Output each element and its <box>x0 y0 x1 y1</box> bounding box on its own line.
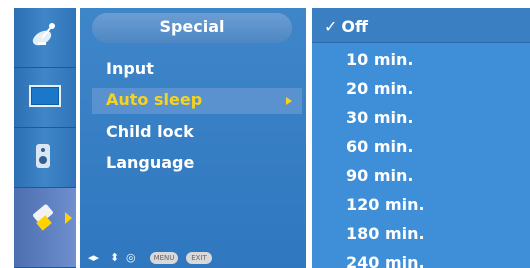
option-120-min[interactable]: 120 min. <box>346 195 425 214</box>
category-screen[interactable] <box>14 68 76 128</box>
checkmark-icon: ✓ <box>324 17 338 36</box>
option-10-min[interactable]: 10 min. <box>346 50 413 69</box>
tools-icon <box>33 204 53 231</box>
menu-item-input[interactable]: Input <box>106 59 154 78</box>
menu-title-bar: Special <box>92 13 292 43</box>
nav-hints: ◂▸ ⬍ ◎ MENU EXIT <box>88 251 298 267</box>
menu-key-hint: MENU <box>150 252 178 264</box>
left-right-arrows-icon: ◂▸ <box>88 251 100 264</box>
submenu-selected-row[interactable]: ✓ Off <box>312 8 530 43</box>
menu-item-language[interactable]: Language <box>106 153 194 172</box>
option-off-label: Off <box>341 17 368 36</box>
option-20-min[interactable]: 20 min. <box>346 79 413 98</box>
option-240-min[interactable]: 240 min. <box>346 253 425 268</box>
category-station[interactable] <box>14 8 76 68</box>
menu-item-child-lock[interactable]: Child lock <box>106 122 194 141</box>
option-90-min[interactable]: 90 min. <box>346 166 413 185</box>
option-60-min[interactable]: 60 min. <box>346 137 413 156</box>
up-down-arrows-icon: ⬍ <box>110 251 120 264</box>
audio-icon <box>36 144 50 168</box>
auto-sleep-submenu: ✓ Off 10 min. 20 min. 30 min. 60 min. 90 … <box>312 8 530 268</box>
option-off: ✓ Off <box>324 17 368 36</box>
menu-item-auto-sleep[interactable]: Auto sleep <box>92 88 302 114</box>
menu-item-label: Auto sleep <box>106 90 203 109</box>
menu-title: Special <box>159 17 225 36</box>
category-audio[interactable] <box>14 128 76 188</box>
active-arrow-icon <box>65 212 72 224</box>
option-180-min[interactable]: 180 min. <box>346 224 425 243</box>
ok-button-icon: ◎ <box>126 251 136 264</box>
menu-panel: Special Input Auto sleep Child lock Lang… <box>80 8 306 268</box>
submenu-arrow-icon <box>286 97 292 105</box>
screen-icon <box>29 85 61 107</box>
category-special[interactable] <box>14 188 76 268</box>
osd-screen: Special Input Auto sleep Child lock Lang… <box>0 0 530 268</box>
satellite-dish-icon <box>32 23 55 46</box>
exit-key-hint: EXIT <box>186 252 212 264</box>
category-sidebar <box>14 8 76 268</box>
option-30-min[interactable]: 30 min. <box>346 108 413 127</box>
